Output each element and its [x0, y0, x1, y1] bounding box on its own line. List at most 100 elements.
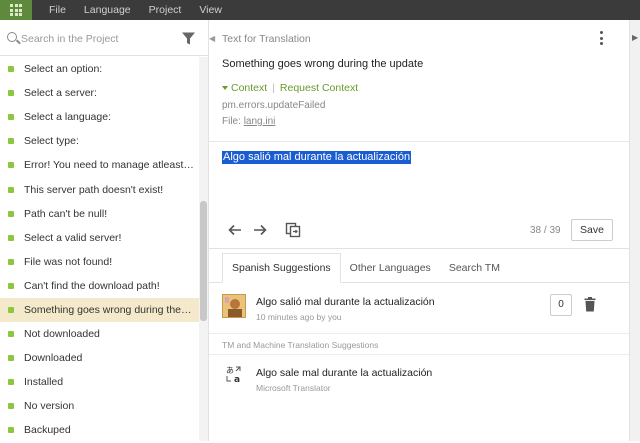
top-menu-bar: File Language Project View [0, 0, 640, 20]
divider [209, 141, 629, 142]
list-item-label: Select a language: [24, 111, 111, 124]
suggestions-area: Spanish Suggestions Other Languages Sear… [209, 248, 629, 441]
app-grid-icon[interactable] [0, 0, 32, 20]
menu-view[interactable]: View [190, 0, 231, 20]
context-separator: | [272, 82, 275, 94]
tab-spanish-suggestions[interactable]: Spanish Suggestions [222, 253, 341, 283]
list-item-label: Path can't be null! [24, 207, 108, 220]
list-item-label: Backuped [24, 424, 71, 437]
file-link[interactable]: lang.ini [244, 116, 276, 127]
status-dot-icon [8, 258, 14, 265]
list-item[interactable]: Installed [0, 370, 199, 394]
list-item-label: Downloaded [24, 352, 83, 365]
list-item-label: Can't find the download path! [24, 279, 160, 292]
menu-project[interactable]: Project [140, 0, 191, 20]
list-item[interactable]: Path can't be null! [0, 202, 199, 226]
arrow-right-icon[interactable] [252, 222, 268, 238]
save-button[interactable]: Save [571, 219, 613, 241]
request-context-link[interactable]: Request Context [280, 82, 358, 94]
menu-file[interactable]: File [32, 0, 75, 20]
search-input[interactable] [21, 30, 171, 47]
svg-text:あ: あ [226, 366, 234, 375]
string-list: Select an option: Select a server: Select … [0, 57, 199, 443]
list-item-label: File was not found! [24, 255, 113, 268]
string-counter: 38 / 39 [530, 225, 561, 236]
status-dot-icon [8, 66, 14, 73]
status-dot-icon [8, 427, 14, 434]
scrollbar-thumb[interactable] [200, 201, 207, 321]
more-options-icon[interactable] [598, 31, 604, 45]
copy-source-icon[interactable] [285, 222, 301, 238]
list-item-label: Select an option: [24, 63, 103, 76]
list-item[interactable]: Error! You need to manage atleast one se… [0, 153, 199, 177]
list-item[interactable]: Backuped [0, 418, 199, 442]
list-item[interactable]: Downloaded [0, 346, 199, 370]
user-avatar [222, 294, 246, 318]
expand-panel-icon[interactable]: ▶ [632, 33, 638, 42]
list-item[interactable]: Select a server: [0, 81, 199, 105]
status-dot-icon [8, 138, 14, 145]
status-dot-icon [8, 210, 14, 217]
list-item[interactable]: This server path doesn't exist! [0, 177, 199, 201]
status-dot-icon [8, 90, 14, 97]
vote-count[interactable]: 0 [550, 294, 572, 316]
status-dot-icon [8, 114, 14, 121]
translation-editor[interactable]: Algo salió mal durante la actualización [222, 151, 412, 164]
source-string: Something goes wrong during the update [222, 58, 424, 70]
list-item-label: This server path doesn't exist! [24, 183, 164, 196]
arrow-left-icon[interactable] [227, 222, 243, 238]
status-dot-icon [8, 355, 14, 362]
context-toggle[interactable]: Context [231, 82, 267, 94]
search-bar [0, 20, 208, 56]
tab-other-languages[interactable]: Other Languages [341, 253, 440, 283]
list-item-label: Select a server: [24, 87, 97, 100]
divider [209, 333, 629, 334]
panel-title: Text for Translation [222, 33, 311, 45]
list-item-label: Not downloaded [24, 328, 100, 341]
list-item-label: Select type: [24, 135, 79, 148]
search-icon [7, 32, 17, 42]
list-item[interactable]: Not downloaded [0, 322, 199, 346]
status-dot-icon [8, 162, 14, 169]
list-item[interactable]: Select a language: [0, 105, 199, 129]
list-item-label: Installed [24, 376, 64, 389]
list-item[interactable]: Select a valid server! [0, 226, 199, 250]
string-key: pm.errors.updateFailed [222, 100, 326, 111]
caret-down-icon [222, 86, 228, 90]
context-row: Context | Request Context [222, 82, 358, 94]
status-dot-icon [8, 379, 14, 386]
list-item[interactable]: Something goes wrong during the update [0, 297, 199, 323]
trash-icon[interactable] [584, 297, 596, 312]
filter-icon[interactable] [181, 31, 196, 46]
translation-panel: ◀ Text for Translation Something goes wr… [209, 20, 629, 441]
status-dot-icon [8, 331, 14, 338]
status-dot-icon [8, 234, 14, 241]
list-item-label: Something goes wrong during the update [24, 303, 194, 316]
menu-language[interactable]: Language [75, 0, 140, 20]
mt-source: Microsoft Translator [256, 383, 331, 393]
suggestion-text[interactable]: Algo salió mal durante la actualización [256, 296, 435, 308]
tm-heading: TM and Machine Translation Suggestions [222, 340, 379, 350]
status-dot-icon [8, 282, 14, 289]
list-item[interactable]: Select type: [0, 129, 199, 153]
mt-suggestion-text[interactable]: Algo sale mal durante la actualización [256, 367, 432, 379]
status-dot-icon [8, 186, 14, 193]
divider [209, 354, 629, 355]
list-item-label: Error! You need to manage atleast one se… [24, 159, 194, 172]
list-item[interactable]: No version [0, 394, 199, 418]
status-dot-icon [8, 306, 14, 313]
list-item-label: Select a valid server! [24, 231, 122, 244]
list-item[interactable]: Select an option: [0, 57, 199, 81]
sidebar-scrollbar[interactable] [199, 57, 208, 441]
suggestion-meta: 10 minutes ago by you [256, 312, 342, 322]
tab-search-tm[interactable]: Search TM [440, 253, 509, 283]
file-label: File: [222, 116, 241, 127]
list-item-label: No version [24, 400, 75, 413]
collapse-sidebar-icon[interactable]: ◀ [209, 34, 215, 43]
machine-translation-icon: あ a [226, 366, 241, 383]
svg-text:a: a [234, 375, 240, 383]
strings-sidebar: Select an option: Select a server: Select … [0, 20, 209, 441]
editor-toolbar: 38 / 39 Save [209, 214, 629, 248]
list-item[interactable]: File was not found! [0, 250, 199, 274]
list-item[interactable]: Can't find the download path! [0, 274, 199, 298]
